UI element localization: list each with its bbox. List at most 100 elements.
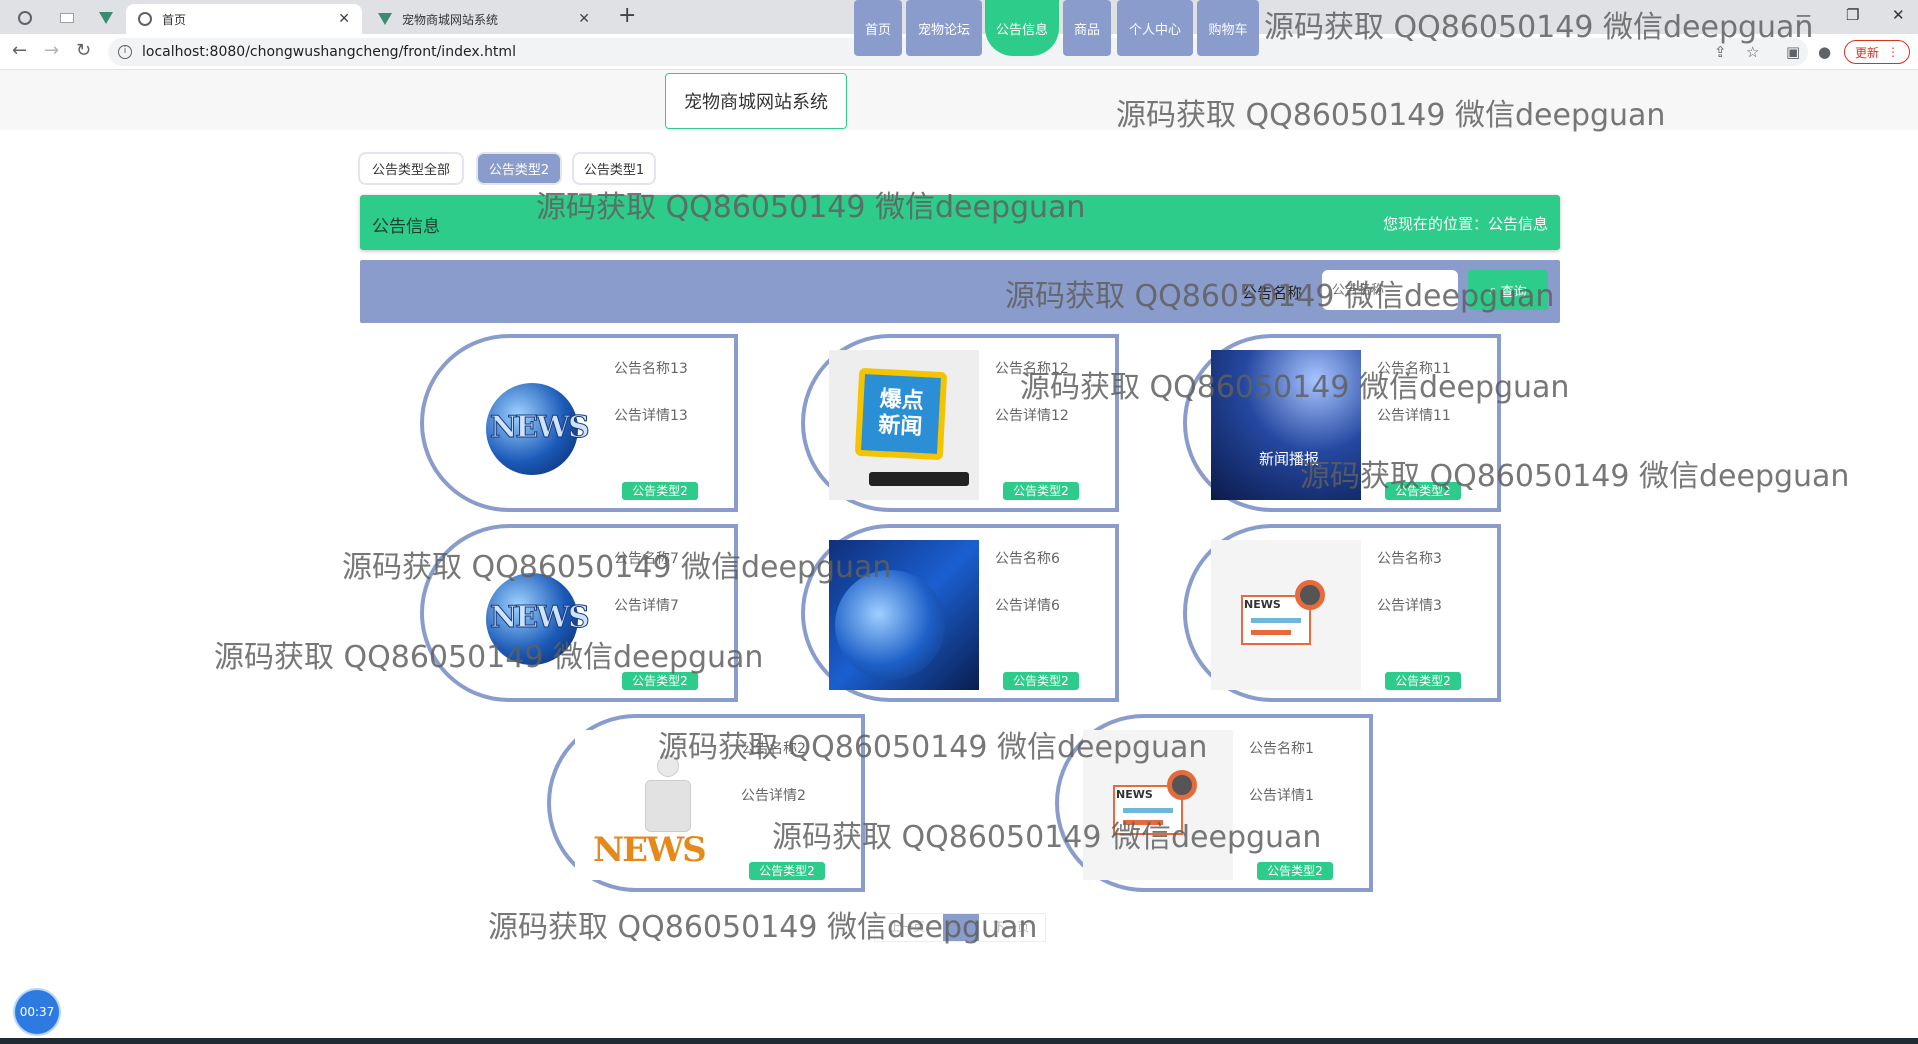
close-icon[interactable]: ✕ (578, 11, 590, 27)
update-label: 更新 (1854, 45, 1879, 60)
announcement-type-badge: 公告类型2 (1385, 482, 1461, 500)
pinned-tab-globe[interactable] (10, 5, 40, 30)
announcement-thumbnail[interactable]: 新闻播报 (1211, 350, 1361, 500)
tab-title: 宠物商城网站系统 (402, 12, 499, 27)
pinned-tab-vue[interactable] (91, 5, 121, 30)
site-brand[interactable]: 宠物商城网站系统 (665, 73, 847, 129)
current-page-button[interactable] (943, 914, 979, 941)
search-button[interactable]: ⌕ 查询 (1468, 270, 1548, 310)
announcement-name[interactable]: 公告名称6 (995, 548, 1060, 568)
announcement-type-badge: 公告类型2 (1257, 862, 1333, 880)
announcement-name[interactable]: 公告名称2 (741, 738, 806, 758)
announcement-detail: 公告详情6 (995, 598, 1060, 614)
announcement-thumbnail[interactable]: NEWS (1083, 730, 1233, 880)
announcement-type-badge: 公告类型2 (1003, 672, 1079, 690)
forward-icon[interactable]: → (44, 40, 59, 61)
announcement-name[interactable]: 公告名称12 (995, 358, 1069, 378)
announcement-detail: 公告详情13 (614, 408, 688, 424)
restore-icon[interactable]: ❐ (1846, 6, 1859, 24)
nav-user-center[interactable]: 个人中心 (1117, 0, 1193, 56)
minimize-icon[interactable]: — (1796, 6, 1811, 24)
tab-title: 首页 (162, 12, 187, 27)
breadcrumb: 您现在的位置：公告信息 (1382, 215, 1548, 233)
new-tab-button[interactable]: + (618, 3, 636, 28)
man-reading-news-image: NEWS (575, 730, 725, 880)
announcement-thumbnail[interactable]: 爆点 新闻 (829, 350, 979, 500)
prev-page-button[interactable]: 上一页 (889, 914, 925, 941)
news-studio-image (829, 540, 979, 690)
app-root: 首页 ✕ 宠物商城网站系统 ✕ + — ❐ ✕ ← → ↻ i localhos… (0, 0, 1918, 1044)
reload-icon[interactable]: ↻ (76, 40, 91, 61)
page-title: 公告信息 (372, 217, 440, 237)
nav-cart[interactable]: 购物车 (1197, 0, 1259, 56)
vue-logo-icon (378, 13, 392, 25)
announcement-name[interactable]: 公告名称13 (614, 358, 688, 378)
news-globe-image: NEWS (448, 540, 598, 690)
back-icon[interactable]: ← (12, 40, 27, 61)
newspaper-image: NEWS (1211, 540, 1361, 690)
vue-logo-icon (99, 11, 113, 24)
close-icon[interactable]: ✕ (338, 11, 350, 27)
announcement-detail: 公告详情7 (614, 598, 679, 614)
announcement-card[interactable]: NEWS 公告名称2 公告详情2 公告类型2 (547, 714, 865, 892)
news-broadcast-image: 新闻播报 (1211, 350, 1361, 500)
announcement-card[interactable]: NEWS 公告名称13 公告详情13 公告类型2 (420, 334, 738, 512)
section-title-bar: 公告信息 您现在的位置：公告信息 (360, 195, 1560, 250)
announcement-detail: 公告详情1 (1249, 788, 1314, 804)
announcement-card[interactable]: NEWS 公告名称7 公告详情7 公告类型2 (420, 524, 738, 702)
announcement-thumbnail[interactable]: NEWS (448, 540, 598, 690)
share-icon[interactable]: ⇪ (1714, 43, 1727, 61)
announcement-card[interactable]: 公告名称6 公告详情6 公告类型2 (801, 524, 1119, 702)
profile-avatar-icon[interactable]: ● (1818, 43, 1831, 61)
announcement-card[interactable]: 爆点 新闻 公告名称12 公告详情12 公告类型2 (801, 334, 1119, 512)
blank-page-icon (60, 12, 74, 23)
announcement-card[interactable]: NEWS 公告名称1 公告详情1 公告类型2 (1055, 714, 1373, 892)
pinned-tab-blank[interactable] (52, 5, 82, 30)
announcement-name[interactable]: 公告名称11 (1377, 358, 1451, 378)
nav-forum[interactable]: 宠物论坛 (906, 0, 982, 56)
announcement-detail: 公告详情3 (1377, 598, 1442, 614)
browser-tab-site[interactable]: 宠物商城网站系统 ✕ (366, 4, 602, 34)
pagination: 上一页 下一页 (874, 913, 1046, 942)
announcement-name[interactable]: 公告名称3 (1377, 548, 1442, 568)
announcement-thumbnail[interactable]: NEWS (448, 350, 598, 500)
announcement-type-badge: 公告类型2 (622, 482, 698, 500)
browser-tab-home[interactable]: 首页 ✕ (126, 4, 362, 34)
filter-all-types[interactable]: 公告类型全部 (358, 152, 464, 185)
nav-home[interactable]: 首页 (854, 0, 902, 56)
filter-type-2[interactable]: 公告类型2 (476, 152, 562, 185)
announcement-thumbnail[interactable] (829, 540, 979, 690)
site-info-icon[interactable]: i (118, 45, 132, 59)
announcement-type-badge: 公告类型2 (1003, 482, 1079, 500)
nav-products[interactable]: 商品 (1063, 0, 1111, 56)
breaking-news-image: 爆点 新闻 (829, 350, 979, 500)
image-caption: 新闻播报 (1259, 450, 1320, 468)
announcement-type-badge: 公告类型2 (749, 862, 825, 880)
announcement-detail: 公告详情2 (741, 788, 806, 804)
nav-announcements[interactable]: 公告信息 (985, 0, 1059, 56)
next-page-button[interactable]: 下一页 (993, 914, 1029, 941)
announcement-detail: 公告详情12 (995, 408, 1069, 424)
bookmark-star-icon[interactable]: ☆ (1746, 43, 1759, 61)
announcement-type-badge: 公告类型2 (622, 672, 698, 690)
announcement-card[interactable]: 新闻播报 公告名称11 公告详情11 公告类型2 (1183, 334, 1501, 512)
announcement-card[interactable]: NEWS 公告名称3 公告详情3 公告类型2 (1183, 524, 1501, 702)
recording-timer[interactable]: 00:37 (15, 990, 59, 1034)
search-icon: ⌕ (1489, 282, 1497, 298)
globe-icon (18, 10, 32, 25)
announcement-thumbnail[interactable]: NEWS (1211, 540, 1361, 690)
window-close-icon[interactable]: ✕ (1892, 6, 1905, 24)
url-text: localhost:8080/chongwushangcheng/front/i… (142, 44, 516, 60)
globe-icon (138, 12, 152, 26)
search-bar: 公告名称 ⌕ 查询 (360, 260, 1560, 323)
announcement-thumbnail[interactable]: NEWS (575, 730, 725, 880)
filter-type-1[interactable]: 公告类型1 (572, 152, 656, 185)
announcement-name[interactable]: 公告名称1 (1249, 738, 1314, 758)
browser-update-button[interactable]: 更新 ⋮ (1844, 40, 1910, 64)
search-input[interactable] (1322, 270, 1458, 310)
side-panel-icon[interactable]: ▣ (1786, 43, 1800, 61)
announcement-name[interactable]: 公告名称7 (614, 548, 679, 568)
search-label: 公告名称 (1242, 284, 1303, 302)
site-header (0, 70, 1918, 130)
announcement-detail: 公告详情11 (1377, 408, 1451, 424)
